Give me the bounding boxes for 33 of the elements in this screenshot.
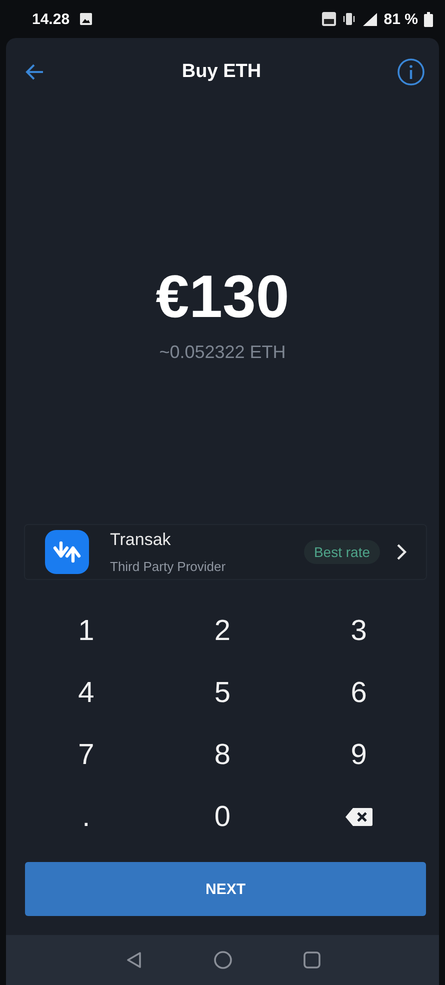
provider-name: Transak — [110, 530, 172, 550]
volte-icon — [322, 12, 336, 26]
crypto-amount: ~0.052322 ETH — [159, 342, 286, 363]
keypad-key[interactable]: 6 — [324, 662, 394, 724]
keypad-key[interactable]: 9 — [324, 724, 394, 786]
battery-level: 81 % — [384, 10, 418, 28]
provider-type: Third Party Provider — [110, 559, 227, 574]
keypad-key[interactable]: 3 — [324, 600, 394, 662]
image-icon — [80, 13, 92, 25]
next-button[interactable]: NEXT — [25, 862, 426, 916]
home-nav-icon[interactable] — [212, 950, 232, 970]
best-rate-tag: Best rate — [304, 540, 380, 564]
backspace-icon — [344, 807, 373, 827]
keypad-key[interactable]: 4 — [51, 662, 122, 724]
recents-nav-icon[interactable] — [302, 951, 320, 969]
keypad-key[interactable]: 8 — [187, 724, 258, 786]
arrows-logo-icon — [45, 530, 89, 574]
provider-card[interactable]: Transak Third Party Provider Best rate — [24, 524, 427, 580]
chevron-right-icon — [396, 543, 408, 561]
keypad-key[interactable]: . — [51, 786, 122, 848]
keypad-key[interactable]: 5 — [187, 662, 258, 724]
signal-icon — [362, 12, 378, 26]
keypad-key[interactable]: 1 — [51, 600, 122, 662]
status-time: 14.28 — [32, 10, 70, 28]
battery-icon — [424, 12, 433, 26]
vibrate-icon — [342, 12, 356, 26]
keypad-key[interactable]: 7 — [51, 724, 122, 786]
screen-title: Buy ETH — [182, 61, 262, 83]
keypad-key[interactable]: 2 — [187, 600, 258, 662]
info-button[interactable] — [397, 58, 425, 86]
back-nav-icon[interactable] — [124, 951, 142, 969]
fiat-amount: €130 — [156, 264, 290, 330]
keypad-key[interactable]: 0 — [187, 786, 258, 848]
